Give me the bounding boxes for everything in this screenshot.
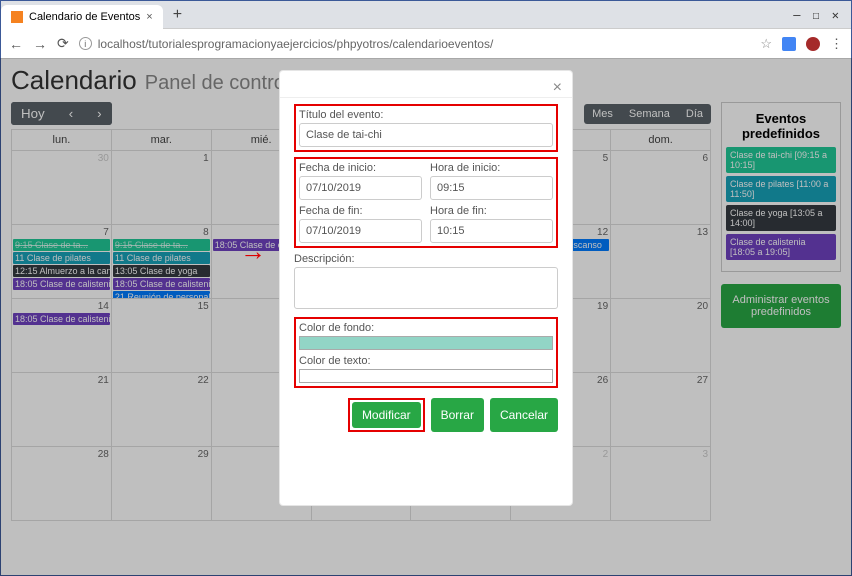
address-bar: ← → ⟳ i localhost/tutorialesprogramacion… (1, 29, 851, 59)
start-date-label: Fecha de inicio: (299, 162, 422, 174)
tab-title: Calendario de Eventos (29, 11, 140, 23)
end-time-label: Hora de fin: (430, 205, 553, 217)
bg-color-input[interactable] (299, 336, 553, 350)
end-time-input[interactable] (430, 219, 553, 243)
back-icon[interactable]: ← (9, 36, 23, 52)
forward-icon[interactable]: → (33, 36, 47, 52)
close-tab-icon[interactable]: × (146, 11, 152, 23)
new-tab-button[interactable]: + (163, 6, 192, 24)
start-date-input[interactable] (299, 176, 422, 200)
window-controls: — ☐ ✕ (793, 8, 851, 22)
url-text: localhost/tutorialesprogramacionyaejerci… (98, 37, 494, 51)
start-time-input[interactable] (430, 176, 553, 200)
star-icon[interactable]: ☆ (760, 36, 772, 52)
end-date-input[interactable] (299, 219, 422, 243)
text-color-label: Color de texto: (299, 355, 553, 367)
delete-button[interactable]: Borrar (431, 398, 484, 432)
bg-color-label: Color de fondo: (299, 322, 553, 334)
modify-button[interactable]: Modificar (352, 402, 421, 428)
reload-icon[interactable]: ⟳ (57, 35, 69, 52)
title-input[interactable] (299, 123, 553, 147)
browser-tab[interactable]: Calendario de Eventos × (1, 5, 163, 29)
end-date-label: Fecha de fin: (299, 205, 422, 217)
favicon (11, 11, 23, 23)
event-modal: × Título del evento: Fecha de inicio: Ho… (279, 70, 573, 506)
modal-overlay: × Título del evento: Fecha de inicio: Ho… (0, 58, 852, 576)
site-info-icon[interactable]: i (79, 37, 92, 50)
cancel-button[interactable]: Cancelar (490, 398, 558, 432)
text-color-input[interactable] (299, 369, 553, 383)
url-box[interactable]: i localhost/tutorialesprogramacionyaejer… (79, 37, 751, 51)
close-icon[interactable]: × (553, 79, 562, 97)
desc-label: Descripción: (294, 253, 558, 265)
avatar-icon[interactable] (806, 37, 820, 51)
close-window-icon[interactable]: ✕ (832, 8, 839, 22)
start-time-label: Hora de inicio: (430, 162, 553, 174)
maximize-icon[interactable]: ☐ (813, 8, 820, 22)
extension-icon[interactable] (782, 37, 796, 51)
menu-icon[interactable]: ⋮ (830, 36, 843, 52)
minimize-icon[interactable]: — (793, 8, 800, 22)
title-label: Título del evento: (299, 109, 553, 121)
browser-tab-bar: Calendario de Eventos × + — ☐ ✕ (1, 1, 851, 29)
desc-textarea[interactable] (294, 267, 558, 309)
